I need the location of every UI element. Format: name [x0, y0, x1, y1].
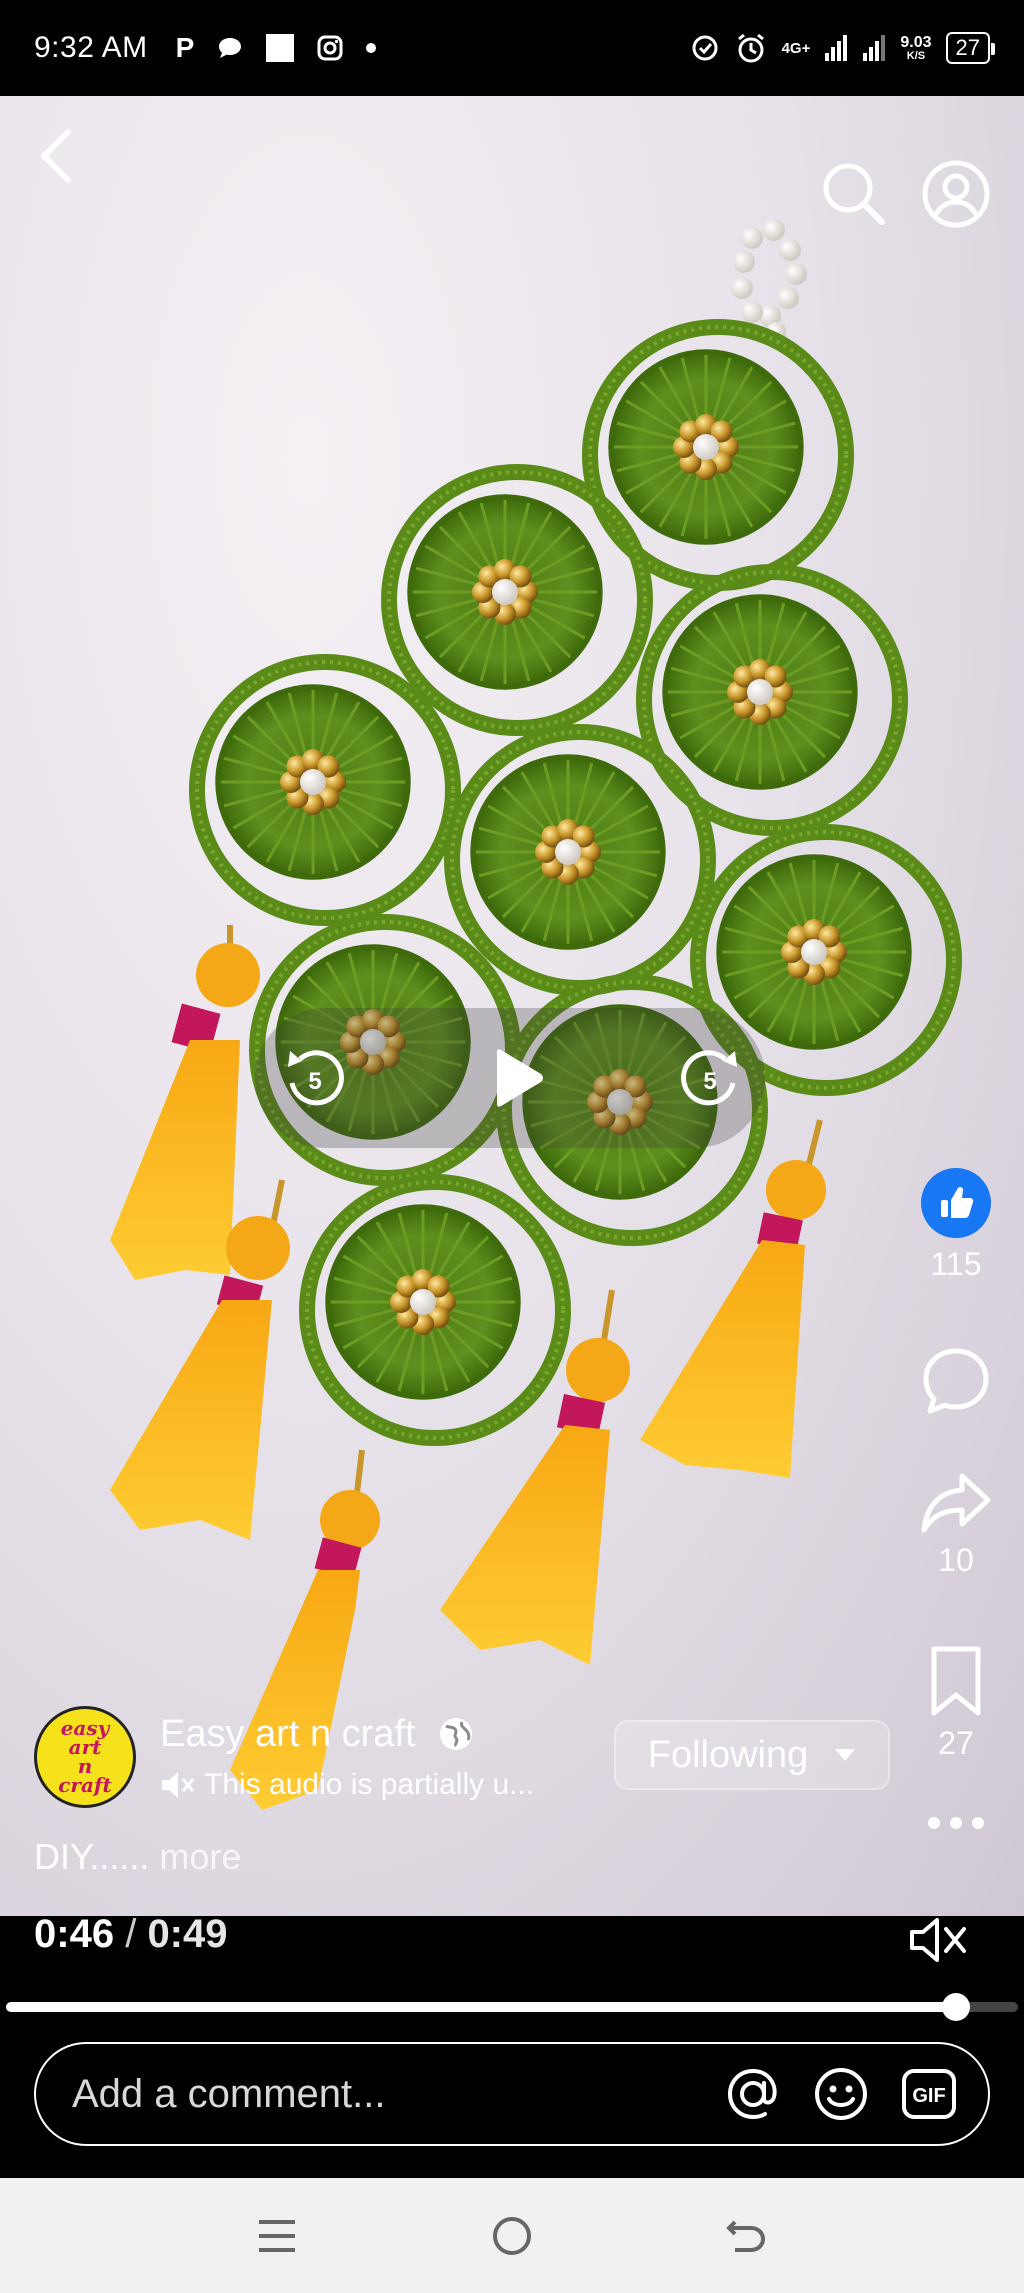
rewind-5-button[interactable]: 5 — [235, 1008, 395, 1148]
back-nav-button[interactable] — [712, 2201, 782, 2271]
following-label: Following — [647, 1733, 809, 1776]
audio-info[interactable]: This audio is partially u... — [160, 1768, 534, 1802]
profile-icon — [922, 160, 990, 228]
channel-avatar[interactable]: easy art n craft — [34, 1706, 136, 1808]
chat-bubble-icon — [219, 38, 242, 58]
bookmark-icon — [931, 1646, 981, 1716]
comment-composer[interactable]: GIF — [34, 2042, 990, 2146]
channel-name[interactable]: Easy art n craft — [160, 1713, 416, 1756]
speed-value: 9.03 — [900, 33, 932, 51]
like-action[interactable]: 115 — [900, 1168, 1012, 1283]
caption-text: DIY...... — [34, 1836, 150, 1877]
signal-icon-1 — [825, 35, 848, 61]
playback-time: 0:46 / 0:49 — [34, 1912, 228, 1957]
status-bar: 9:32 AM P 4G+ 9.03 K/S 27 — [0, 0, 1024, 96]
data-saver-icon — [692, 35, 718, 61]
system-navigation-bar — [0, 2178, 1024, 2293]
signal-icon-2 — [863, 35, 886, 61]
network-speed: 9.03 K/S — [900, 33, 932, 62]
rewind-seconds-label: 5 — [308, 1068, 321, 1095]
menu-lines-icon — [259, 2219, 296, 2252]
more-horizontal-icon — [928, 1817, 984, 1829]
status-notification-icons: P — [176, 34, 377, 62]
thumbs-up-icon — [941, 1186, 974, 1218]
svg-text:GIF: GIF — [912, 2085, 945, 2107]
speed-unit: K/S — [906, 49, 926, 62]
video-player[interactable]: 5 5 — [0, 96, 1024, 1916]
time-separator: / — [125, 1912, 137, 1956]
instagram-icon — [317, 35, 343, 61]
share-action[interactable]: 10 — [900, 1470, 1012, 1579]
like-button[interactable] — [921, 1168, 991, 1238]
save-action[interactable]: 27 — [900, 1645, 1012, 1762]
battery-indicator: 27 — [945, 32, 996, 64]
progress-fill — [6, 2002, 957, 2012]
home-circle-icon — [492, 2216, 531, 2255]
mute-toggle-button[interactable] — [906, 1908, 970, 1972]
audio-text: This audio is partially u... — [204, 1767, 535, 1801]
speaker-muted-icon — [162, 1771, 195, 1798]
alarm-icon — [737, 33, 764, 63]
video-frame-craft-image — [110, 219, 962, 1810]
progress-scrubber[interactable] — [942, 1993, 971, 2021]
share-count: 10 — [938, 1542, 974, 1578]
notification-square-icon — [266, 34, 295, 62]
channel-info: easy art n craft Easy art n craft This a… — [34, 1706, 534, 1808]
current-time: 0:46 — [34, 1912, 115, 1956]
avatar-line-4: craft — [58, 1773, 112, 1797]
globe-icon — [439, 1718, 472, 1750]
chevron-left-icon — [41, 129, 71, 183]
save-count: 27 — [938, 1725, 974, 1761]
forward-seconds-label: 5 — [703, 1068, 716, 1095]
network-type-label: 4G+ — [781, 39, 811, 57]
forward-icon: 5 — [681, 1050, 737, 1106]
recent-apps-button[interactable] — [242, 2201, 312, 2271]
share-arrow-icon — [921, 1473, 991, 1533]
channel-text: Easy art n craft This audio is partially… — [160, 1713, 534, 1802]
caption-more-link[interactable]: more — [159, 1836, 241, 1877]
mention-icon[interactable] — [724, 2065, 782, 2123]
status-system-icons: 4G+ 9.03 K/S 27 — [690, 31, 996, 65]
forward-5-button[interactable]: 5 — [630, 1008, 790, 1148]
status-time: 9:32 AM — [34, 31, 148, 64]
following-button[interactable]: Following — [614, 1720, 890, 1790]
gif-icon[interactable]: GIF — [900, 2065, 958, 2123]
video-progress-bar[interactable] — [6, 1993, 1018, 2021]
parking-app-icon: P — [175, 32, 195, 63]
video-caption[interactable]: DIY...... more — [34, 1836, 241, 1878]
comment-input[interactable] — [72, 2071, 724, 2117]
back-arrow-icon — [725, 2220, 765, 2252]
channel-name-row: Easy art n craft — [160, 1713, 534, 1756]
duration: 0:49 — [147, 1912, 228, 1956]
search-button[interactable] — [818, 158, 888, 228]
search-icon — [823, 163, 885, 225]
back-button[interactable] — [26, 126, 86, 186]
caret-down-icon — [835, 1749, 856, 1761]
profile-button[interactable] — [920, 158, 992, 230]
more-notifications-dot — [366, 43, 377, 53]
play-button[interactable] — [437, 1008, 597, 1148]
play-icon — [497, 1049, 543, 1107]
emoji-icon[interactable] — [812, 2065, 870, 2123]
comment-action[interactable] — [900, 1345, 1012, 1417]
comment-bubble-icon — [923, 1348, 989, 1414]
green-ring-units — [189, 319, 962, 1446]
like-count: 115 — [930, 1246, 982, 1282]
volume-muted-icon — [910, 1918, 966, 1962]
home-button[interactable] — [477, 2201, 547, 2271]
composer-icons: GIF — [724, 2065, 958, 2123]
rewind-icon: 5 — [288, 1050, 344, 1106]
more-options-button[interactable] — [900, 1815, 1012, 1831]
